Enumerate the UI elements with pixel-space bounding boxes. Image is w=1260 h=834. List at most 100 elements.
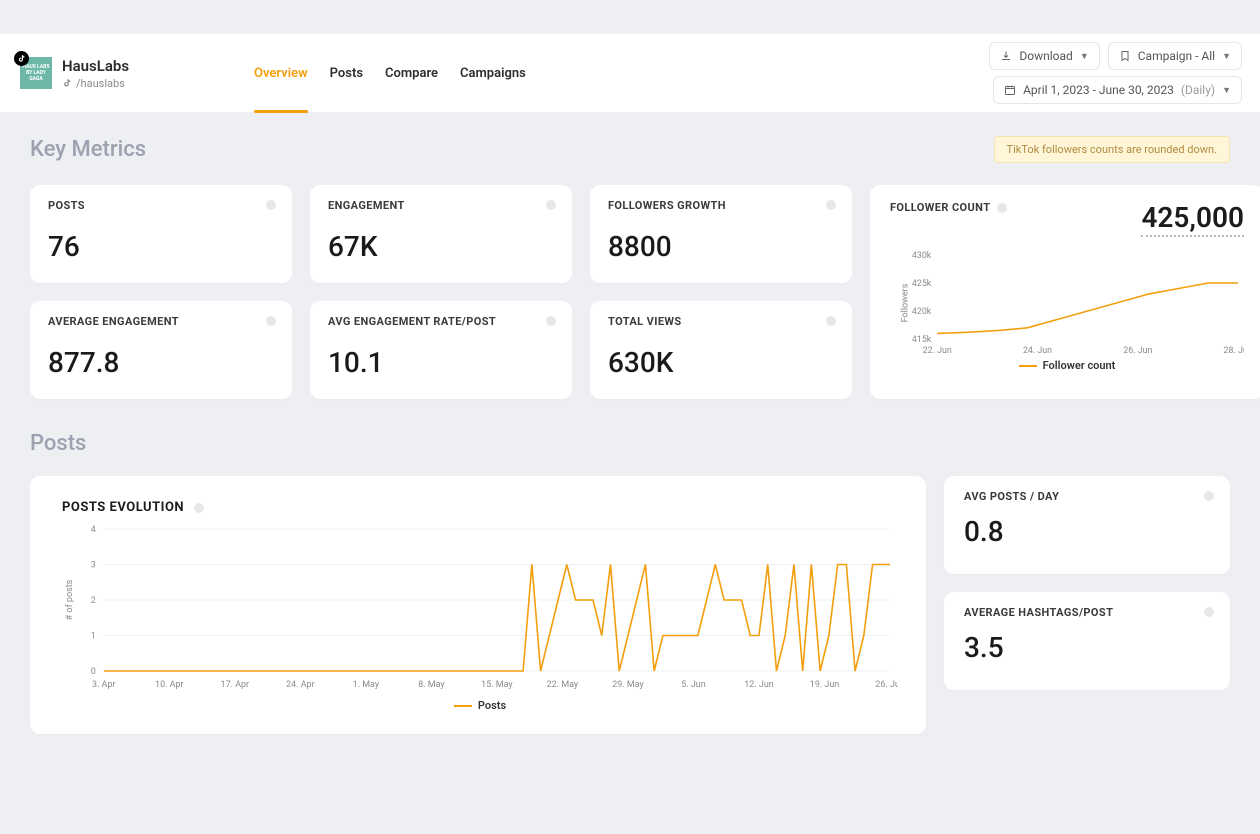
metric-value: 76 (48, 230, 274, 263)
info-icon[interactable] (546, 200, 556, 210)
brand-name: HausLabs (62, 57, 129, 75)
key-metrics-title: Key Metrics (30, 137, 146, 162)
metric-value: 8800 (608, 230, 834, 263)
download-label: Download (1019, 49, 1072, 63)
legend-label: Posts (478, 699, 506, 712)
posts-evolution-card: POSTS EVOLUTION # of posts012343. Apr10.… (30, 476, 926, 734)
metric-value: 877.8 (48, 346, 274, 379)
metric-label: AVG ENGAGEMENT RATE/POST (328, 315, 554, 328)
svg-text:3: 3 (91, 560, 96, 570)
chevron-down-icon: ▼ (1222, 85, 1231, 96)
info-icon[interactable] (826, 200, 836, 210)
date-range-picker[interactable]: April 1, 2023 - June 30, 2023 (Daily) ▼ (993, 76, 1242, 104)
follower-count-card: FOLLOWER COUNT 425,000 Followers 415k 420… (870, 185, 1260, 399)
svg-text:19. Jun: 19. Jun (810, 680, 839, 690)
legend-label: Follower count (1043, 359, 1116, 372)
svg-text:29. May: 29. May (612, 680, 644, 690)
avatar: HAUS LABS BY LADY GAGA (20, 57, 52, 89)
metric-label: POSTS (48, 199, 274, 212)
topbar-controls: Download ▼ Campaign - All ▼ April 1, 202… (989, 42, 1242, 104)
svg-text:28. Jun: 28. Jun (1224, 346, 1244, 356)
svg-text:15. May: 15. May (481, 680, 513, 690)
content: Key Metrics TikTok followers counts are … (0, 112, 1260, 734)
metric-label: TOTAL VIEWS (608, 315, 834, 328)
key-metrics-grid: POSTS 76 ENGAGEMENT 67K FOLLOWERS GROWTH… (30, 185, 1230, 399)
svg-text:26. Jun: 26. Jun (875, 680, 898, 690)
chevron-down-icon: ▼ (1080, 51, 1089, 62)
posts-evolution-chart: # of posts012343. Apr10. Apr17. Apr24. A… (62, 523, 898, 693)
tiktok-icon (14, 51, 29, 66)
date-range-label: April 1, 2023 - June 30, 2023 (1023, 83, 1174, 97)
posts-section: Posts POSTS EVOLUTION # of posts012343. … (30, 431, 1230, 734)
svg-text:2: 2 (91, 596, 96, 606)
metric-avg-hashtags: AVERAGE HASHTAGS/POST 3.5 (944, 592, 1230, 690)
svg-text:22. May: 22. May (547, 680, 579, 690)
info-icon[interactable] (997, 203, 1007, 213)
tab-compare[interactable]: Compare (385, 34, 438, 112)
svg-text:8. May: 8. May (418, 680, 445, 690)
metric-value: 0.8 (964, 515, 1210, 548)
metric-avg-engagement: AVERAGE ENGAGEMENT 877.8 (30, 301, 292, 399)
calendar-icon (1004, 84, 1016, 96)
svg-text:420k: 420k (912, 307, 932, 317)
campaign-filter[interactable]: Campaign - All ▼ (1108, 42, 1242, 70)
svg-text:26. Jun: 26. Jun (1123, 346, 1152, 356)
info-icon[interactable] (194, 503, 204, 513)
metric-label: AVG POSTS / DAY (964, 490, 1210, 503)
metric-value: 67K (328, 230, 554, 263)
svg-text:4: 4 (91, 525, 96, 535)
date-granularity: (Daily) (1181, 83, 1215, 97)
bookmark-icon (1119, 50, 1131, 62)
tab-posts[interactable]: Posts (330, 34, 363, 112)
metric-label: ENGAGEMENT (328, 199, 554, 212)
tabs: Overview Posts Compare Campaigns (254, 34, 526, 112)
metric-label: FOLLOWERS GROWTH (608, 199, 834, 212)
metric-followers-growth: FOLLOWERS GROWTH 8800 (590, 185, 852, 283)
metric-label: AVERAGE HASHTAGS/POST (964, 606, 1210, 619)
legend-swatch (1019, 365, 1037, 367)
svg-text:22. Jun: 22. Jun (923, 346, 952, 356)
campaign-label: Campaign - All (1138, 49, 1215, 63)
follower-chart-legend: Follower count (890, 359, 1244, 372)
info-icon[interactable] (266, 200, 276, 210)
avatar-text: HAUS LABS BY LADY GAGA (20, 64, 52, 82)
svg-text:12. Jun: 12. Jun (744, 680, 773, 690)
legend-swatch (454, 705, 472, 707)
svg-text:425k: 425k (912, 279, 932, 289)
metric-posts: POSTS 76 (30, 185, 292, 283)
follower-chart: Followers 415k420k425k430k22. Jun24. Jun… (890, 249, 1244, 357)
metric-value: 3.5 (964, 631, 1210, 664)
info-icon[interactable] (826, 316, 836, 326)
svg-text:415k: 415k (912, 335, 932, 345)
svg-text:3. Apr: 3. Apr (92, 680, 116, 690)
svg-text:0: 0 (91, 667, 96, 677)
svg-text:5. Jun: 5. Jun (681, 680, 705, 690)
metric-value: 630K (608, 346, 834, 379)
follower-label: FOLLOWER COUNT (890, 201, 1007, 214)
info-icon[interactable] (266, 316, 276, 326)
info-icon[interactable] (1204, 491, 1214, 501)
download-icon (1000, 50, 1012, 62)
metric-avg-engagement-rate: AVG ENGAGEMENT RATE/POST 10.1 (310, 301, 572, 399)
svg-text:1. May: 1. May (353, 680, 380, 690)
metric-engagement: ENGAGEMENT 67K (310, 185, 572, 283)
svg-text:10. Apr: 10. Apr (155, 680, 184, 690)
tiktok-small-icon (62, 78, 72, 88)
brand-handle: /hauslabs (62, 77, 129, 90)
metric-avg-posts-day: AVG POSTS / DAY 0.8 (944, 476, 1230, 574)
info-icon[interactable] (546, 316, 556, 326)
follower-count-value: 425,000 (1141, 201, 1244, 237)
tab-campaigns[interactable]: Campaigns (460, 34, 526, 112)
topbar: HAUS LABS BY LADY GAGA HausLabs /hauslab… (0, 34, 1260, 112)
key-metrics-header: Key Metrics TikTok followers counts are … (30, 136, 1230, 163)
download-button[interactable]: Download ▼ (989, 42, 1099, 70)
brand-block: HAUS LABS BY LADY GAGA HausLabs /hauslab… (20, 57, 240, 90)
follower-chart-ylabel: Followers (900, 284, 910, 323)
metric-total-views: TOTAL VIEWS 630K (590, 301, 852, 399)
svg-text:17. Apr: 17. Apr (221, 680, 250, 690)
svg-text:1: 1 (91, 631, 96, 641)
metric-label: AVERAGE ENGAGEMENT (48, 315, 274, 328)
tab-overview[interactable]: Overview (254, 34, 308, 112)
info-icon[interactable] (1204, 607, 1214, 617)
brand-handle-text: /hauslabs (76, 77, 125, 90)
